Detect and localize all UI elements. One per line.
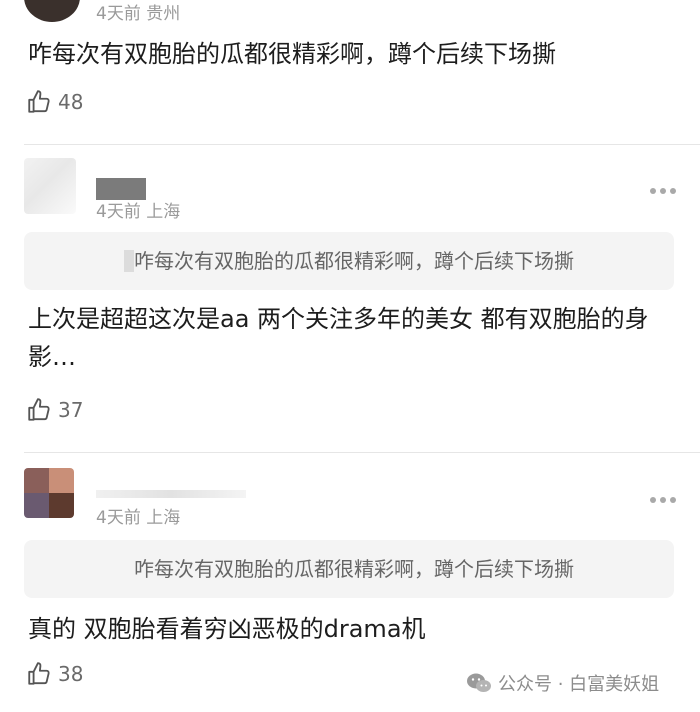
comment-time: 4天前	[96, 4, 141, 24]
username-masked	[96, 178, 146, 200]
thumbs-up-icon	[28, 398, 50, 421]
watermark: 公众号 · 白富美妖姐	[466, 670, 659, 696]
like-button[interactable]: 48	[26, 89, 83, 115]
like-button[interactable]: 38	[26, 661, 83, 687]
quoted-reply[interactable]: 咋每次有双胞胎的瓜都很精彩啊，蹲个后续下场撕	[24, 540, 674, 598]
comment-location: 贵州	[146, 4, 181, 24]
like-count: 37	[58, 398, 84, 422]
divider	[24, 144, 700, 145]
quote-mask	[124, 250, 134, 272]
comment-body: 上次是超超这次是aa 两个关注多年的美女 都有双胞胎的身影…	[28, 305, 649, 371]
comment-meta: 4天前 上海	[96, 202, 180, 222]
comment-location: 上海	[146, 508, 181, 528]
like-button[interactable]: 37	[26, 397, 83, 423]
quote-text: 咋每次有双胞胎的瓜都很精彩啊，蹲个后续下场撕	[134, 557, 574, 581]
comment-time: 4天前	[96, 508, 141, 528]
like-count: 38	[58, 662, 84, 686]
avatar[interactable]	[24, 468, 74, 518]
comment-location: 上海	[146, 202, 181, 222]
comment-time: 4天前	[96, 202, 141, 222]
more-dots-icon	[650, 497, 656, 503]
more-dots-icon	[650, 188, 656, 194]
comment-body: 咋每次有双胞胎的瓜都很精彩啊，蹲个后续下场撕	[28, 40, 556, 68]
username-masked	[96, 490, 246, 498]
comment-body: 真的 双胞胎看着穷凶恶极的drama机	[28, 615, 426, 643]
more-button[interactable]	[650, 497, 676, 503]
divider	[24, 452, 700, 453]
more-button[interactable]	[650, 188, 676, 194]
like-count: 48	[58, 90, 84, 114]
comment-meta: 4天前 上海	[96, 508, 180, 528]
wechat-icon	[467, 673, 491, 692]
avatar[interactable]	[24, 0, 80, 22]
thumbs-up-icon	[28, 662, 50, 685]
quote-text: 咋每次有双胞胎的瓜都很精彩啊，蹲个后续下场撕	[134, 249, 574, 273]
quoted-reply[interactable]: 咋每次有双胞胎的瓜都很精彩啊，蹲个后续下场撕	[24, 232, 674, 290]
comment-meta: 4天前 贵州	[96, 4, 180, 24]
watermark-text: 公众号 · 白富美妖姐	[498, 674, 660, 695]
thumbs-up-icon	[28, 90, 50, 113]
avatar[interactable]	[24, 158, 76, 214]
